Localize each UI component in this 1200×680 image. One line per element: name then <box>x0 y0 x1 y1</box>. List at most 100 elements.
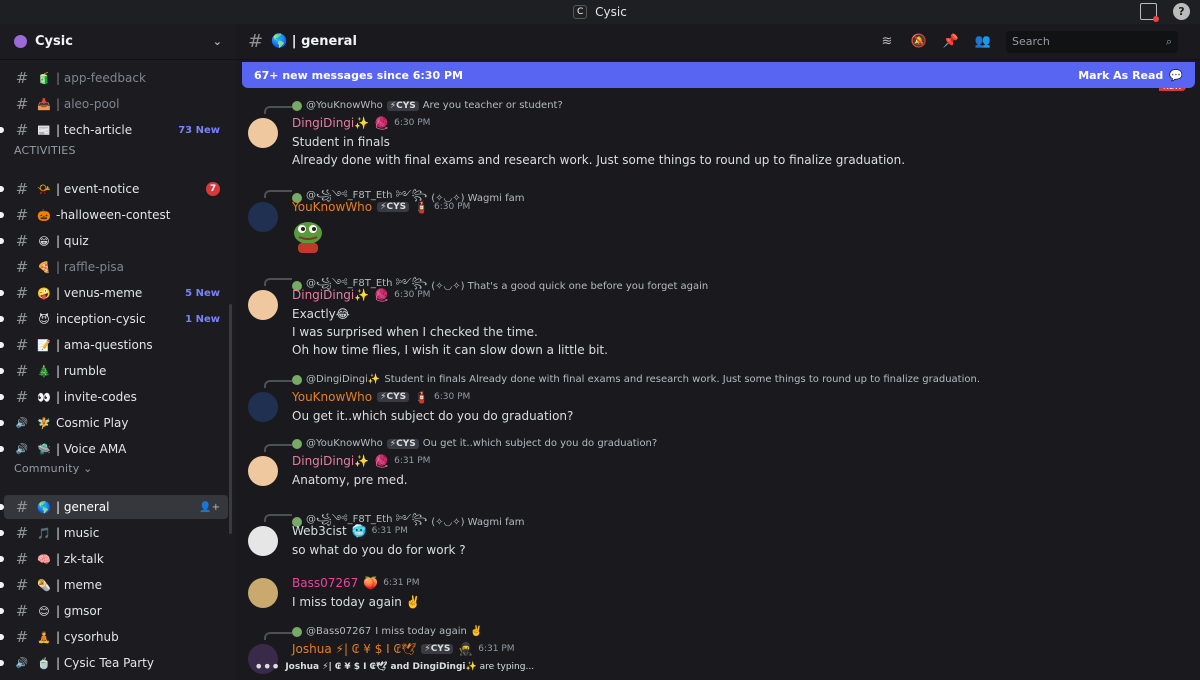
sidebar-channel[interactable]: # 🎃 -halloween-contest <box>0 203 228 227</box>
author-name[interactable]: DingiDingi✨ <box>292 288 369 302</box>
avatar[interactable] <box>248 118 278 148</box>
sidebar-channel[interactable]: # 📥 | aleo-pool <box>4 92 228 116</box>
message-text: Exactly😂 <box>292 307 350 321</box>
sidebar-scrollbar[interactable] <box>229 304 232 534</box>
message-text: so what do you do for work ? <box>292 543 466 557</box>
reply-text: I miss today again ✌️ <box>375 626 483 637</box>
sidebar-channel[interactable]: # 🧠 | zk-talk <box>0 547 228 571</box>
sidebar-channel[interactable]: 🔊 🧚 Cosmic Play <box>0 411 228 435</box>
author-name[interactable]: DingiDingi✨ <box>292 454 369 468</box>
category-activities[interactable]: ACTIVITIES <box>14 144 76 157</box>
pin-icon[interactable]: 📌 <box>942 33 960 51</box>
notification-bell-icon[interactable]: 🔕 <box>910 33 928 51</box>
sidebar-channel[interactable]: # 🎄 | rumble <box>0 359 228 383</box>
reply-connector <box>264 444 292 452</box>
author-line: DingiDingi✨ 🧶 6:31 PM <box>292 454 430 468</box>
hashtag-icon: # <box>15 362 29 380</box>
voice-channel-icon: 🔊 <box>15 657 29 669</box>
timestamp: 6:31 PM <box>394 456 431 466</box>
channel-emoji: 🍕 <box>37 260 51 274</box>
unread-indicator <box>0 368 4 374</box>
sidebar-channel[interactable]: # 🧘 | cysorhub <box>0 625 228 649</box>
server-header[interactable]: Cysic ⌄ <box>0 24 236 60</box>
sidebar-channel[interactable]: # 😊 | gmsor <box>0 599 228 623</box>
sidebar-channel[interactable]: # 🍕 | raffle-pisa <box>4 255 228 279</box>
unread-indicator <box>0 186 4 192</box>
author-name[interactable]: YouKnowWho <box>292 390 372 404</box>
timestamp: 6:31 PM <box>478 644 515 654</box>
message-text: Ou get it..which subject do you do gradu… <box>292 409 574 423</box>
sidebar-channel[interactable]: # 🌯 | meme <box>0 573 228 597</box>
search-input[interactable]: Search ⌕ <box>1006 30 1178 53</box>
sidebar-channel[interactable]: 🔊 🍵 | Cysic Tea Party <box>0 651 228 675</box>
avatar[interactable] <box>248 202 278 232</box>
sidebar-channel[interactable]: # 🌎 | general 👤+ <box>0 495 228 519</box>
screen-share-icon[interactable] <box>1140 3 1159 22</box>
sidebar-channel[interactable]: # 😈 inception-cysic 1 New <box>0 307 228 331</box>
sidebar-channel[interactable]: # 👀 | invite-codes <box>0 385 228 409</box>
avatar[interactable] <box>248 578 278 608</box>
threads-icon[interactable]: ≋ <box>878 33 896 51</box>
author-line: Bass07267 🍑 6:31 PM <box>292 576 419 590</box>
channel-name: | tech-article <box>56 123 133 137</box>
hashtag-icon: # <box>15 69 29 87</box>
sidebar-channel[interactable]: # 🎵 | music <box>0 521 228 545</box>
timestamp: 6:31 PM <box>383 578 420 588</box>
sidebar-channel[interactable]: # 🤪 | venus-meme 5 New <box>0 281 228 305</box>
mark-as-read-button[interactable]: Mark As Read 💬 <box>1078 69 1183 82</box>
avatar[interactable] <box>248 290 278 320</box>
reply-preview[interactable]: @Bass07267 I miss today again ✌️ <box>292 626 482 637</box>
sidebar-channel[interactable]: # 📝 | ama-questions <box>0 333 228 357</box>
typing-suffix: are typing... <box>479 661 535 672</box>
channel-name: | invite-codes <box>56 390 137 404</box>
hashtag-icon: # <box>15 206 29 224</box>
reply-preview[interactable]: @DingiDingi✨ Student in finals Already do… <box>292 374 980 385</box>
author-emoji: 🧶 <box>374 116 390 130</box>
sidebar-channel[interactable]: # 📯 | event-notice 7 <box>0 177 228 201</box>
reply-preview[interactable]: @YouKnowWho ⚡CYS Are you teacher or studen… <box>292 100 563 111</box>
sidebar-channel[interactable]: # 📰 | tech-article 73 New <box>0 118 228 142</box>
channel-header: # 🌎 | general ≋ 🔕 📌 👥 Search ⌕ <box>236 24 1200 60</box>
typing-indicator: ••• Joshua ⚡| ₢ ¥ $ I ₢🕊 and DingiDingi✨… <box>254 657 534 676</box>
channel-emoji: 🌎 <box>37 500 51 514</box>
author-name[interactable]: DingiDingi✨ <box>292 116 369 130</box>
category-community[interactable]: Community ⌄ <box>14 462 93 475</box>
avatar[interactable] <box>248 456 278 486</box>
reply-preview[interactable]: @YouKnowWho ⚡CYS Ou get it..which subject … <box>292 438 657 449</box>
unread-indicator <box>0 446 4 452</box>
avatar[interactable] <box>248 526 278 556</box>
help-icon[interactable]: ? <box>1173 3 1190 20</box>
channel-emoji: 📝 <box>37 338 51 352</box>
channel-name: | meme <box>56 578 103 592</box>
sidebar-channel[interactable]: # 🧃 | app-feedback <box>4 66 228 90</box>
author-name[interactable]: Bass07267 <box>292 576 358 590</box>
reply-avatar <box>292 374 302 385</box>
unread-indicator <box>0 556 4 562</box>
author-name[interactable]: Web3cist <box>292 524 347 538</box>
sidebar-channel[interactable]: # 😁 | quiz <box>0 229 228 253</box>
server-name: Cysic <box>35 34 73 49</box>
search-icon: ⌕ <box>1165 34 1172 48</box>
author-emoji: 🥷 <box>458 642 474 656</box>
new-messages-banner[interactable]: 67+ new messages since 6:30 PM Mark As R… <box>242 62 1195 88</box>
channel-name: | aleo-pool <box>56 97 120 111</box>
hashtag-icon: # <box>15 336 29 354</box>
reply-text: (✧◡✧) Wagmi fam <box>431 516 525 528</box>
mark-read-icon: 💬 <box>1169 68 1183 82</box>
channel-emoji: 🍵 <box>37 656 51 670</box>
avatar[interactable] <box>248 392 278 422</box>
server-tag: ⚡CYS <box>377 202 410 212</box>
reply-connector <box>264 190 292 198</box>
channel-name: | quiz <box>56 234 89 248</box>
member-list-icon[interactable]: 👥 <box>974 33 992 51</box>
reply-tag: ⚡CYS <box>386 100 419 111</box>
channel-name: | general <box>56 500 110 514</box>
channel-emoji: 🧚 <box>37 416 51 430</box>
channel-name: -halloween-contest <box>56 208 171 222</box>
sidebar-channel[interactable]: 🔊 🛸 | Voice AMA <box>0 437 228 461</box>
author-name[interactable]: Joshua ⚡| ₢ ¥ $ I ₢🕊 <box>292 642 416 656</box>
invite-member-icon[interactable]: 👤+ <box>199 502 220 513</box>
channel-emoji: 📯 <box>37 182 51 196</box>
author-name[interactable]: YouKnowWho <box>292 200 372 214</box>
chevron-down-icon[interactable]: ⌄ <box>213 35 222 48</box>
